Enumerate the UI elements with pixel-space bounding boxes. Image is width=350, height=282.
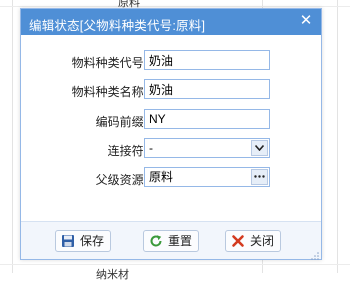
code-input[interactable]: [144, 50, 270, 70]
edit-dialog: 编辑状态[父物料种类代号:原料] ✕ 物料种类代号: 物料种类名称: 编码前缀:…: [20, 8, 322, 260]
field-row-name: 物料种类名称:: [21, 79, 321, 101]
parent-value: 原料: [149, 170, 174, 184]
code-label: 物料种类代号:: [71, 56, 147, 70]
connector-label: 连接符:: [107, 144, 147, 158]
field-row-connector: 连接符: -: [21, 138, 321, 160]
field-row-prefix: 编码前缀:: [21, 109, 321, 131]
name-input[interactable]: [144, 79, 270, 99]
field-row-parent: 父级资源: 原料: [21, 167, 321, 189]
save-button[interactable]: 保存: [55, 230, 112, 252]
reset-label: 重置: [168, 234, 193, 248]
dialog-title: 编辑状态[父物料种类代号:原料]: [29, 19, 206, 33]
save-label: 保存: [80, 234, 105, 248]
close-x-icon: [231, 234, 245, 248]
close-icon[interactable]: ✕: [298, 13, 314, 29]
name-label: 物料种类名称:: [71, 85, 147, 99]
save-icon: [61, 234, 75, 248]
close-button[interactable]: 关闭: [225, 230, 282, 252]
background-cell-bottom: 纳米材: [96, 269, 129, 281]
ellipsis-icon[interactable]: [251, 169, 268, 185]
connector-value: -: [149, 141, 153, 155]
dialog-titlebar[interactable]: 编辑状态[父物料种类代号:原料] ✕: [21, 9, 321, 35]
close-label: 关闭: [250, 234, 275, 248]
resize-grip-icon[interactable]: [311, 249, 319, 260]
connector-select[interactable]: -: [144, 138, 270, 158]
dialog-body: 物料种类代号: 物料种类名称: 编码前缀: 连接符: - 父级资源: 原料: [21, 35, 321, 223]
dialog-footer: 保存 重置 关闭: [21, 221, 321, 260]
prefix-label: 编码前缀:: [95, 115, 147, 129]
refresh-icon: [149, 234, 163, 248]
field-row-code: 物料种类代号:: [21, 50, 321, 72]
parent-label: 父级资源:: [95, 173, 147, 187]
prefix-input[interactable]: [144, 109, 270, 129]
reset-button[interactable]: 重置: [143, 230, 200, 252]
parent-picker[interactable]: 原料: [144, 167, 270, 187]
chevron-down-icon[interactable]: [251, 140, 268, 156]
